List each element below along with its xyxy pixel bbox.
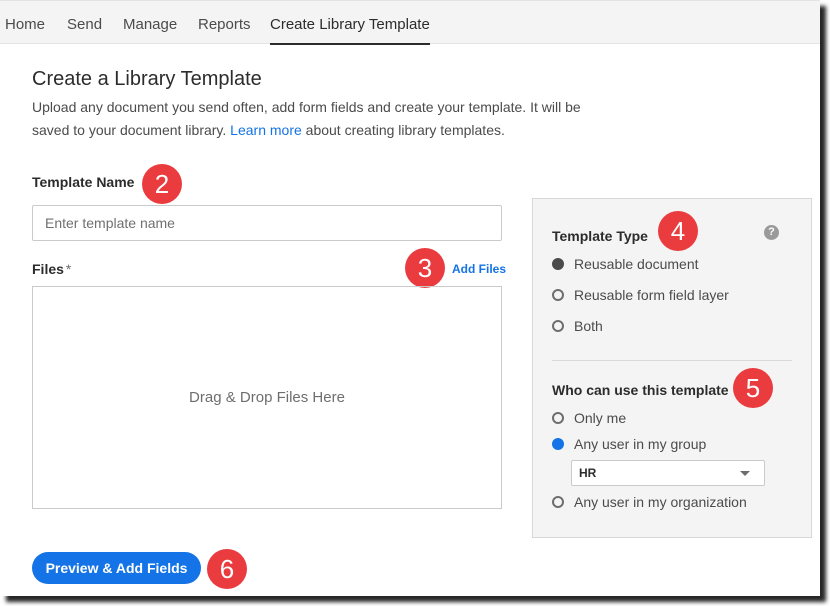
group-select-value: HR: [579, 466, 597, 480]
radio-unselected-icon: [552, 496, 564, 508]
files-label: Files *: [32, 261, 71, 277]
dropzone-text: Drag & Drop Files Here: [189, 389, 345, 406]
template-type-label: Template Type: [552, 228, 648, 244]
radio-label: Any user in my organization: [574, 494, 747, 510]
radio-any-user-in-organization[interactable]: Any user in my organization: [552, 492, 747, 512]
callout-badge-4: 4: [658, 211, 698, 251]
who-can-use-label: Who can use this template: [552, 382, 729, 398]
tab-reports[interactable]: Reports: [198, 1, 251, 44]
template-name-label: Template Name: [32, 174, 135, 190]
learn-more-link[interactable]: Learn more: [230, 122, 302, 138]
radio-unselected-icon: [552, 289, 564, 301]
radio-label: Any user in my group: [574, 436, 707, 452]
chevron-down-icon: [740, 471, 750, 476]
panel-divider: [552, 360, 792, 361]
template-name-input[interactable]: [32, 205, 502, 241]
files-label-text: Files: [32, 261, 64, 277]
callout-badge-2: 2: [142, 164, 182, 204]
add-files-link[interactable]: Add Files: [452, 262, 506, 276]
radio-selected-icon: [552, 258, 564, 270]
tab-send[interactable]: Send: [67, 1, 102, 44]
tab-create-library-template[interactable]: Create Library Template: [270, 1, 430, 45]
file-dropzone[interactable]: Drag & Drop Files Here: [32, 286, 502, 509]
radio-any-user-in-group[interactable]: Any user in my group: [552, 434, 706, 454]
description-text-tail: about creating library templates.: [301, 122, 505, 138]
radio-reusable-document[interactable]: Reusable document: [552, 254, 699, 274]
radio-label: Only me: [574, 410, 627, 426]
required-marker: *: [65, 261, 72, 277]
tab-manage[interactable]: Manage: [123, 1, 177, 44]
tab-home[interactable]: Home: [5, 1, 45, 44]
radio-selected-icon: [552, 438, 564, 450]
top-navigation: Home Send Manage Reports Create Library …: [0, 0, 820, 45]
radio-label: Reusable document: [574, 256, 699, 272]
radio-label: Reusable form field layer: [574, 287, 729, 303]
page-description: Upload any document you send often, add …: [32, 96, 612, 142]
radio-reusable-form-field-layer[interactable]: Reusable form field layer: [552, 285, 729, 305]
radio-only-me[interactable]: Only me: [552, 408, 626, 428]
radio-unselected-icon: [552, 412, 564, 424]
callout-badge-3: 3: [405, 248, 445, 288]
radio-both[interactable]: Both: [552, 316, 603, 336]
page-title: Create a Library Template: [32, 68, 262, 90]
radio-unselected-icon: [552, 320, 564, 332]
callout-badge-5: 5: [733, 368, 773, 408]
preview-add-fields-button[interactable]: Preview & Add Fields: [32, 552, 201, 584]
help-icon[interactable]: ?: [764, 225, 779, 240]
callout-badge-6: 6: [207, 549, 247, 589]
group-select[interactable]: HR: [571, 460, 765, 486]
app-window: Home Send Manage Reports Create Library …: [0, 0, 820, 596]
radio-label: Both: [574, 318, 603, 334]
